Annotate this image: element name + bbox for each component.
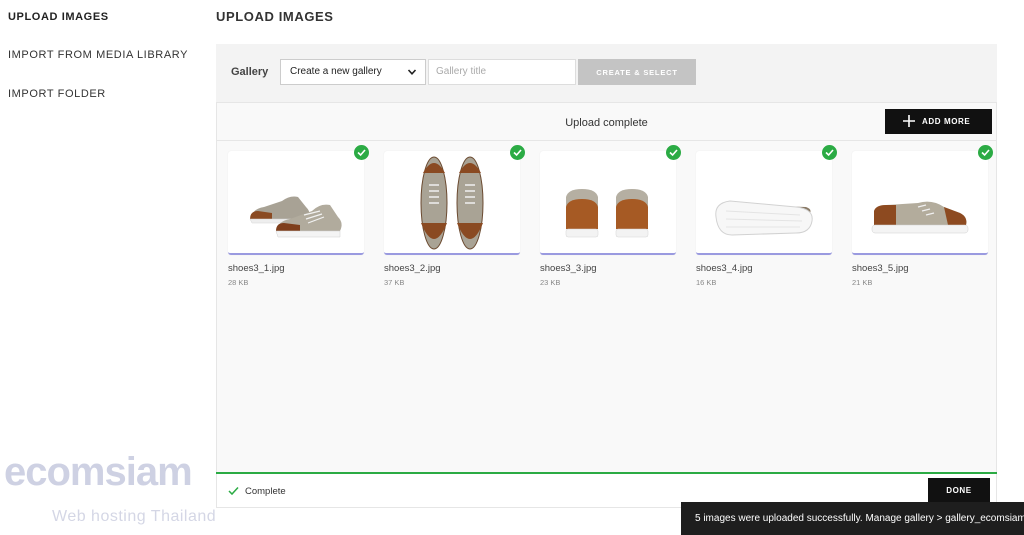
watermark: ecomsiam Web hosting Thailand (4, 450, 244, 535)
image-thumbnail (228, 145, 369, 255)
image-thumbnail (384, 145, 525, 255)
add-more-label: ADD MORE (922, 117, 971, 126)
upload-panel: Gallery Create a new gallery Gallery tit… (216, 44, 997, 508)
gallery-select-value: Create a new gallery (290, 66, 382, 77)
done-button[interactable]: DONE (928, 478, 990, 503)
image-thumbnail (540, 145, 681, 255)
gallery-title-placeholder: Gallery title (436, 66, 487, 77)
file-item[interactable]: shoes3_4.jpg 16 KB (696, 145, 837, 287)
watermark-logo: ecomsiam (4, 450, 193, 494)
gallery-title-input[interactable]: Gallery title (428, 59, 576, 85)
watermark-tagline: Web hosting Thailand (52, 508, 217, 525)
file-name: shoes3_5.jpg (852, 263, 909, 274)
file-name: shoes3_2.jpg (384, 263, 441, 274)
upload-area: Upload complete ADD MORE shoes3_1.jpg 28… (216, 102, 997, 508)
plus-icon (903, 115, 915, 127)
file-size: 21 KB (852, 278, 873, 287)
file-item[interactable]: shoes3_2.jpg 37 KB (384, 145, 525, 287)
file-size: 28 KB (228, 278, 249, 287)
file-size: 37 KB (384, 278, 405, 287)
complete-status: Complete (245, 486, 286, 497)
success-check-icon (666, 145, 681, 160)
shoe-image (715, 200, 813, 236)
create-and-select-button[interactable]: CREATE & SELECT (578, 59, 696, 85)
sidebar-item-import-media-library[interactable]: IMPORT FROM MEDIA LIBRARY (8, 49, 188, 61)
upload-status: Upload complete (565, 117, 648, 129)
success-check-icon (822, 145, 837, 160)
success-check-icon (510, 145, 525, 160)
sidebar-item-import-folder[interactable]: IMPORT FOLDER (8, 88, 106, 100)
gallery-select[interactable]: Create a new gallery (280, 59, 426, 85)
file-name: shoes3_4.jpg (696, 263, 753, 274)
success-check-icon (354, 145, 369, 160)
gallery-row: Gallery Create a new gallery Gallery tit… (216, 44, 997, 102)
file-size: 16 KB (696, 278, 717, 287)
upload-header: Upload complete ADD MORE (217, 103, 996, 141)
image-thumbnail (852, 145, 993, 255)
shoe-image (871, 201, 969, 234)
file-item[interactable]: shoes3_1.jpg 28 KB (228, 145, 369, 287)
page-title: UPLOAD IMAGES (216, 9, 334, 24)
file-name: shoes3_1.jpg (228, 263, 285, 274)
file-item[interactable]: shoes3_3.jpg 23 KB (540, 145, 681, 287)
shoe-image (565, 189, 649, 238)
chevron-down-icon (407, 69, 417, 75)
success-check-icon (978, 145, 993, 160)
toast-notification: 5 images were uploaded successfully. Man… (681, 502, 1024, 535)
shoe-image (249, 196, 342, 238)
file-item[interactable]: shoes3_5.jpg 21 KB (852, 145, 993, 287)
shoe-image (420, 156, 484, 250)
gallery-label: Gallery (231, 66, 269, 78)
file-name: shoes3_3.jpg (540, 263, 597, 274)
file-size: 23 KB (540, 278, 561, 287)
image-thumbnail (696, 145, 837, 255)
sidebar-item-upload-images[interactable]: UPLOAD IMAGES (8, 11, 109, 23)
add-more-button[interactable]: ADD MORE (885, 109, 992, 134)
